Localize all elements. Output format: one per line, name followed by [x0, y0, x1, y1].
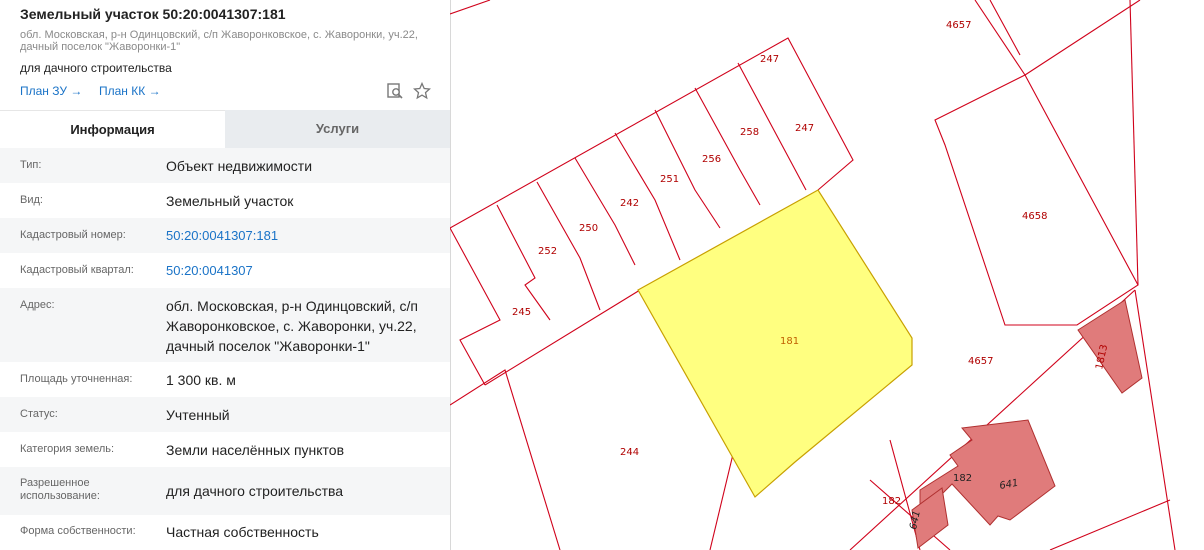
plan-kk-link[interactable]: План КК →: [99, 84, 161, 98]
boundary-line: [654, 109, 721, 229]
tab-information[interactable]: Информация: [0, 110, 225, 149]
parcel-label: 242: [620, 198, 639, 209]
purpose-text: для дачного строительства: [20, 61, 172, 75]
cadastral-number-link[interactable]: 50:20:0041307:181: [166, 226, 440, 246]
field-value: Земельный участок: [166, 193, 294, 209]
field-value: Учтенный: [166, 407, 230, 423]
boundary-line: [1024, 0, 1141, 76]
address-value: обл. Московская, р-н Одинцовский, с/п Жа…: [166, 296, 440, 356]
boundary-line: [974, 0, 1026, 76]
field-row: Кадастровый квартал: 50:20:0041307: [0, 253, 450, 288]
field-label: Площадь уточненная:: [20, 373, 133, 385]
page-title: Земельный участок 50:20:0041307:181: [20, 6, 286, 22]
search-doc-icon[interactable]: [386, 82, 404, 100]
boundary-line: [1134, 289, 1176, 550]
boundary-line: [989, 0, 1021, 56]
field-row: Тип: Объект недвижимости: [0, 148, 450, 183]
field-row: Статус: Учтенный: [0, 397, 450, 432]
subtitle-address-line-2: дачный поселок "Жаворонки-1": [20, 41, 181, 53]
star-icon[interactable]: [413, 82, 431, 100]
field-value: Объект недвижимости: [166, 158, 313, 174]
field-row: Вид: Земельный участок: [0, 183, 450, 218]
parcel-label: 256: [702, 154, 721, 165]
field-label: Вид:: [20, 194, 43, 206]
subtitle-address: обл. Московская, р-н Одинцовский, с/п Жа…: [20, 29, 430, 53]
boundary-line: [694, 87, 761, 206]
boundary-line: [574, 157, 636, 266]
field-row: Разрешенное использование: для дачного с…: [0, 467, 450, 515]
field-value: 1 300 кв. м: [166, 372, 236, 388]
field-label: Статус:: [20, 408, 58, 420]
parcel-label: 247: [795, 123, 814, 134]
address-line: дачный поселок "Жаворонки-1": [166, 338, 370, 354]
address-line: Жаворонковское, с. Жаворонки, уч.22,: [166, 318, 417, 334]
address-line: обл. Московская, р-н Одинцовский, с/п: [166, 298, 418, 314]
cadastral-map[interactable]: 4657 247 247 258 256 251 242 250 252 245…: [450, 0, 1204, 550]
parcel-4658[interactable]: [934, 74, 1139, 326]
parcel-label: 4657: [946, 20, 971, 31]
parcel-label: 4657: [968, 356, 993, 367]
boundary-line: [1129, 0, 1139, 286]
parcel-label: 244: [620, 447, 639, 458]
parcel-label: 181: [780, 336, 799, 347]
field-label: Кадастровый номер:: [20, 229, 126, 241]
field-row: Категория земель: Земли населённых пункт…: [0, 432, 450, 467]
field-label-line: использование:: [20, 490, 100, 502]
boundary-line: [484, 289, 641, 386]
parcel-label: 250: [579, 223, 598, 234]
tabs-bar: Информация Услуги: [0, 110, 450, 149]
boundary-line: [450, 227, 501, 386]
boundary-line: [614, 132, 681, 261]
parcel-label: 258: [740, 127, 759, 138]
field-row: Площадь уточненная: 1 300 кв. м: [0, 362, 450, 397]
field-value: для дачного строительства: [166, 483, 344, 499]
field-label: Форма собственности:: [20, 525, 136, 537]
parcel-label: 251: [660, 174, 679, 185]
parcel-label: 247: [760, 54, 779, 65]
boundary-line: [450, 0, 491, 15]
info-panel: Земельный участок 50:20:0041307:181 обл.…: [0, 0, 451, 550]
boundary-line: [496, 204, 551, 321]
field-row: Форма собственности: Частная собственнос…: [0, 515, 450, 550]
parcel-181-selected[interactable]: [637, 189, 913, 498]
field-value: Частная собственность: [166, 524, 319, 540]
parcel-label: 182: [882, 496, 901, 507]
field-label-line: Разрешенное: [20, 477, 90, 489]
field-row: Адрес: обл. Московская, р-н Одинцовский,…: [0, 288, 450, 362]
subtitle-address-line-1: обл. Московская, р-н Одинцовский, с/п Жа…: [20, 29, 418, 41]
field-label: Разрешенное использование:: [20, 477, 100, 503]
cadastral-block-link[interactable]: 50:20:0041307: [166, 261, 440, 281]
tab-services[interactable]: Услуги: [225, 110, 450, 148]
boundary-line: [450, 369, 561, 550]
parcel-label: 252: [538, 246, 557, 257]
parcel-label: 245: [512, 307, 531, 318]
boundary-line: [1049, 499, 1171, 550]
field-label: Тип:: [20, 159, 42, 171]
field-value: Земли населённых пунктов: [166, 442, 345, 458]
field-label: Кадастровый квартал:: [20, 264, 134, 276]
field-label: Адрес:: [20, 299, 55, 311]
boundary-line: [450, 37, 854, 229]
plan-zu-link[interactable]: План ЗУ →: [20, 84, 82, 98]
field-label: Категория земель:: [20, 443, 115, 455]
field-row: Кадастровый номер: 50:20:0041307:181: [0, 218, 450, 253]
parcel-label: 182: [953, 473, 972, 484]
parcel-label: 4658: [1022, 211, 1047, 222]
